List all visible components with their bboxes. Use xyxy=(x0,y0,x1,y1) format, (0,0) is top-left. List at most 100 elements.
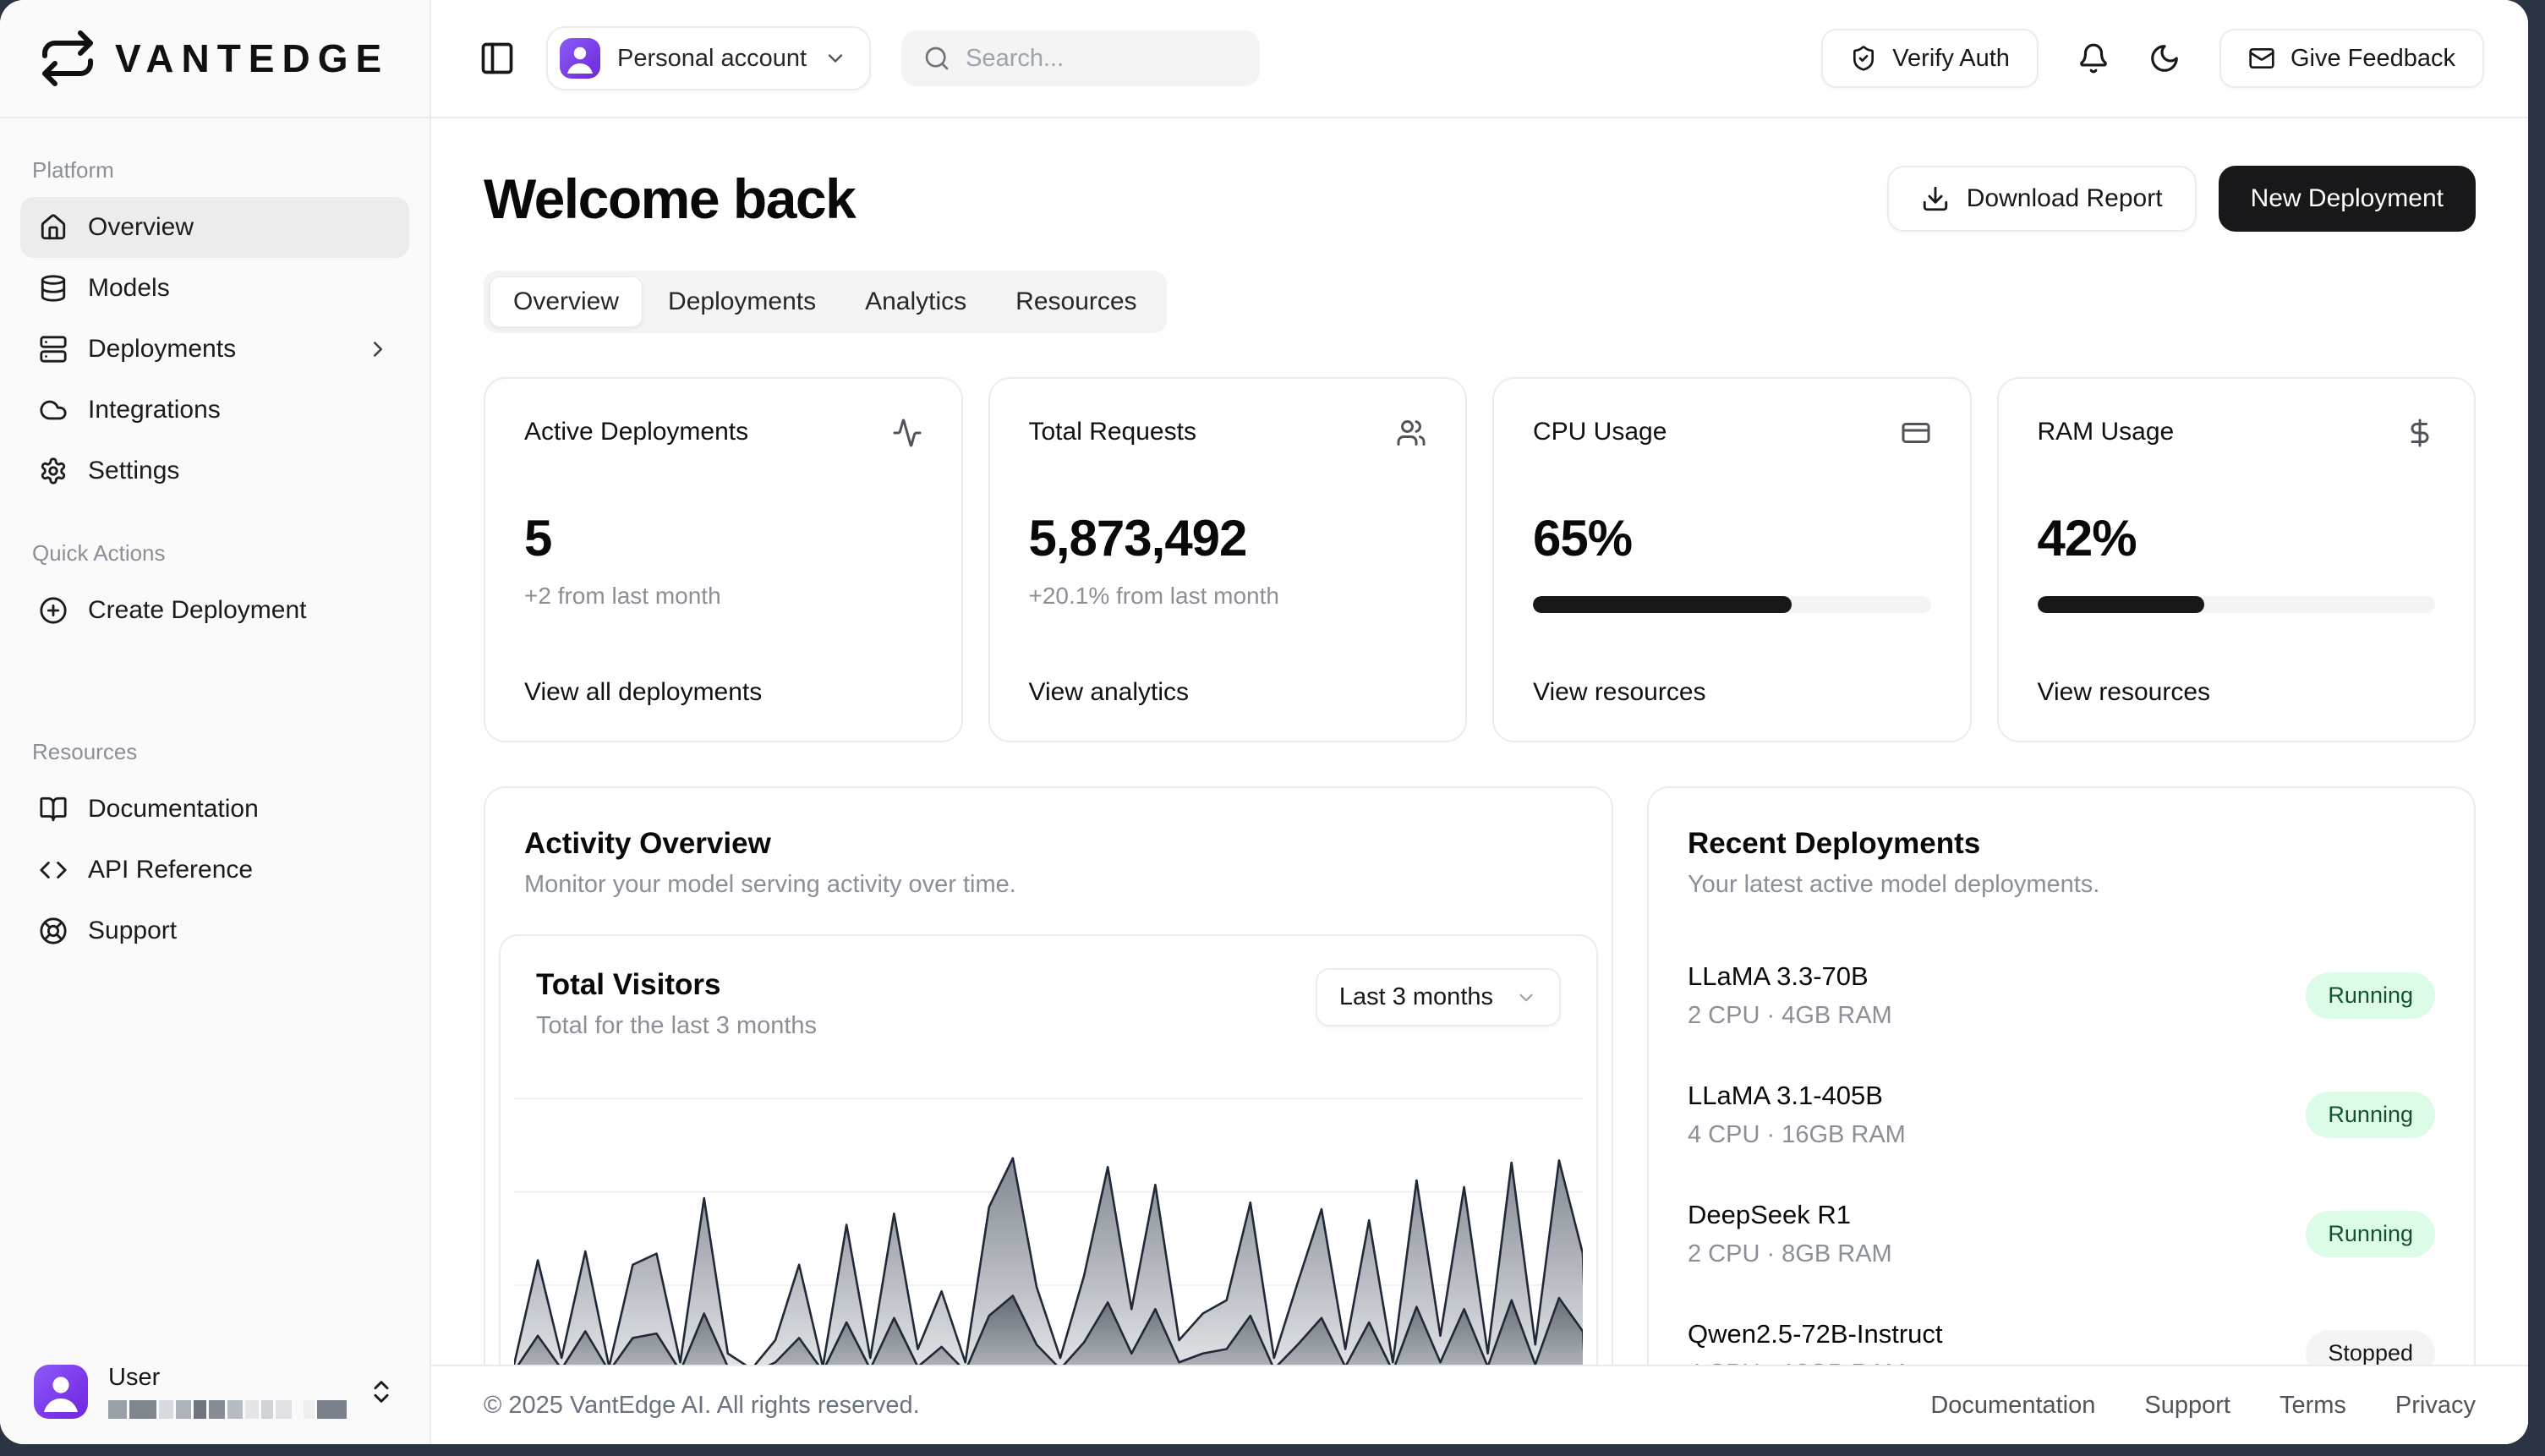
activity-overview-card: Activity Overview Monitor your model ser… xyxy=(484,786,1613,1444)
stat-value: 42% xyxy=(2038,509,2436,567)
deployment-row[interactable]: LLaMA 3.1-405B 4 CPU · 16GB RAM Running xyxy=(1688,1055,2435,1174)
sidebar-item-models[interactable]: Models xyxy=(20,258,409,319)
total-visitors-card: Total Visitors Total for the last 3 mont… xyxy=(499,934,1598,1431)
sidebar-section-resources: Resources Documentation API Reference Su… xyxy=(0,700,430,961)
deployment-spec: 4 CPU · 16GB RAM xyxy=(1688,1121,1906,1149)
moon-icon[interactable] xyxy=(2148,42,2181,74)
stat-title: RAM Usage xyxy=(2038,418,2175,446)
sidebar-item-integrations[interactable]: Integrations xyxy=(20,380,409,441)
life-buoy-icon xyxy=(39,917,68,945)
tab-deployments[interactable]: Deployments xyxy=(644,276,840,327)
stat-card-cpu-usage: CPU Usage 65% View resources xyxy=(1492,377,1972,742)
new-deployment-button[interactable]: New Deployment xyxy=(2219,166,2476,232)
circle-plus-icon xyxy=(39,596,68,625)
tab-overview[interactable]: Overview xyxy=(490,276,643,327)
database-icon xyxy=(39,274,68,303)
shield-check-icon xyxy=(1850,45,1877,72)
tab-bar: Overview Deployments Analytics Resources xyxy=(484,271,1167,333)
stat-title: Active Deployments xyxy=(524,418,748,446)
dollar-sign-icon xyxy=(2405,418,2435,448)
page-title: Welcome back xyxy=(484,167,855,231)
stat-value: 5,873,492 xyxy=(1029,509,1427,567)
recent-title: Recent Deployments xyxy=(1688,827,2435,861)
top-bar: Personal account Verify Auth Give Feedba… xyxy=(431,0,2528,118)
user-name: User xyxy=(108,1364,160,1391)
deployment-row[interactable]: LLaMA 3.3-70B 2 CPU · 4GB RAM Running xyxy=(1688,936,2435,1055)
footer-links: Documentation Support Terms Privacy xyxy=(1930,1392,2476,1420)
footer-link-support[interactable]: Support xyxy=(2144,1392,2230,1420)
activity-subtitle: Monitor your model serving activity over… xyxy=(524,871,1573,899)
sidebar-item-label: Create Deployment xyxy=(88,596,306,625)
tab-analytics[interactable]: Analytics xyxy=(841,276,990,327)
stat-subtext: +2 from last month xyxy=(524,583,922,610)
user-account-row[interactable]: User xyxy=(0,1342,430,1444)
view-analytics-link[interactable]: View analytics xyxy=(1029,678,1427,707)
chart-subtitle: Total for the last 3 months xyxy=(536,1012,817,1040)
top-actions: Verify Auth Give Feedback xyxy=(1821,29,2484,88)
time-range-select[interactable]: Last 3 months xyxy=(1316,968,1561,1026)
sidebar-item-documentation[interactable]: Documentation xyxy=(20,779,409,840)
deployment-name: LLaMA 3.3-70B xyxy=(1688,961,1892,992)
deployment-list: LLaMA 3.3-70B 2 CPU · 4GB RAM Running LL… xyxy=(1688,936,2435,1397)
deployment-row[interactable]: DeepSeek R1 2 CPU · 8GB RAM Running xyxy=(1688,1174,2435,1294)
stat-title: Total Requests xyxy=(1029,418,1196,446)
search-input[interactable] xyxy=(966,45,1238,73)
sidebar-item-api-reference[interactable]: API Reference xyxy=(20,840,409,900)
view-resources-link[interactable]: View resources xyxy=(1533,678,1931,707)
footer: © 2025 VantEdge AI. All rights reserved.… xyxy=(431,1365,2528,1444)
cloud-icon xyxy=(39,396,68,424)
sidebar-item-support[interactable]: Support xyxy=(20,900,409,961)
download-report-label: Download Report xyxy=(1967,184,2163,213)
stat-value: 65% xyxy=(1533,509,1931,567)
app-window: VANTEDGE Platform Overview Models Deploy… xyxy=(0,0,2528,1444)
time-range-value: Last 3 months xyxy=(1339,983,1493,1011)
account-switcher[interactable]: Personal account xyxy=(546,26,871,90)
deployment-spec: 2 CPU · 4GB RAM xyxy=(1688,1002,1892,1030)
brand-logo: VANTEDGE xyxy=(0,0,430,118)
footer-link-terms[interactable]: Terms xyxy=(2280,1392,2346,1420)
recent-deployments-card: Recent Deployments Your latest active mo… xyxy=(1647,786,2476,1397)
give-feedback-button[interactable]: Give Feedback xyxy=(2219,29,2484,88)
verify-auth-button[interactable]: Verify Auth xyxy=(1821,29,2039,88)
chevron-down-icon xyxy=(1515,987,1537,1009)
stat-card-total-requests: Total Requests 5,873,492 +20.1% from las… xyxy=(988,377,1468,742)
sidebar-item-label: Settings xyxy=(88,457,179,485)
sidebar-item-label: Documentation xyxy=(88,795,259,824)
deployment-name: LLaMA 3.1-405B xyxy=(1688,1081,1906,1111)
stat-subtext: +20.1% from last month xyxy=(1029,583,1427,610)
chevrons-up-down-icon xyxy=(367,1377,396,1406)
recent-subtitle: Your latest active model deployments. xyxy=(1688,871,2435,899)
account-avatar xyxy=(560,38,600,79)
user-meta: User xyxy=(108,1364,347,1419)
stat-value: 5 xyxy=(524,509,922,567)
code-icon xyxy=(39,856,68,884)
sidebar-item-settings[interactable]: Settings xyxy=(20,441,409,501)
footer-link-privacy[interactable]: Privacy xyxy=(2395,1392,2476,1420)
sidebar: VANTEDGE Platform Overview Models Deploy… xyxy=(0,0,431,1444)
stat-card-active-deployments: Active Deployments 5 +2 from last month … xyxy=(484,377,963,742)
download-icon xyxy=(1921,184,1950,213)
chart-title: Total Visitors xyxy=(536,968,817,1002)
stat-card-ram-usage: RAM Usage 42% View resources xyxy=(1997,377,2477,742)
book-open-icon xyxy=(39,795,68,824)
sidebar-item-overview[interactable]: Overview xyxy=(20,197,409,258)
bell-icon[interactable] xyxy=(2077,42,2110,74)
download-report-button[interactable]: Download Report xyxy=(1887,166,2197,232)
main-column: Personal account Verify Auth Give Feedba… xyxy=(431,0,2528,1444)
sidebar-section-quick-actions: Quick Actions Create Deployment xyxy=(0,501,430,641)
sidebar-item-label: Overview xyxy=(88,213,194,242)
tab-resources[interactable]: Resources xyxy=(992,276,1160,327)
sidebar-item-label: Support xyxy=(88,917,177,945)
stat-title: CPU Usage xyxy=(1533,418,1667,446)
sidebar-item-deployments[interactable]: Deployments xyxy=(20,319,409,380)
panel-left-toggle-icon[interactable] xyxy=(479,40,516,77)
deployment-name: DeepSeek R1 xyxy=(1688,1200,1892,1230)
view-resources-link[interactable]: View resources xyxy=(2038,678,2436,707)
users-icon xyxy=(1396,418,1426,448)
chevron-right-icon xyxy=(365,337,391,362)
footer-link-documentation[interactable]: Documentation xyxy=(1930,1392,2095,1420)
sidebar-item-create-deployment[interactable]: Create Deployment xyxy=(20,580,409,641)
view-all-deployments-link[interactable]: View all deployments xyxy=(524,678,922,707)
new-deployment-label: New Deployment xyxy=(2251,184,2444,213)
page-content: Welcome back Download Report New Deploym… xyxy=(431,118,2528,1444)
